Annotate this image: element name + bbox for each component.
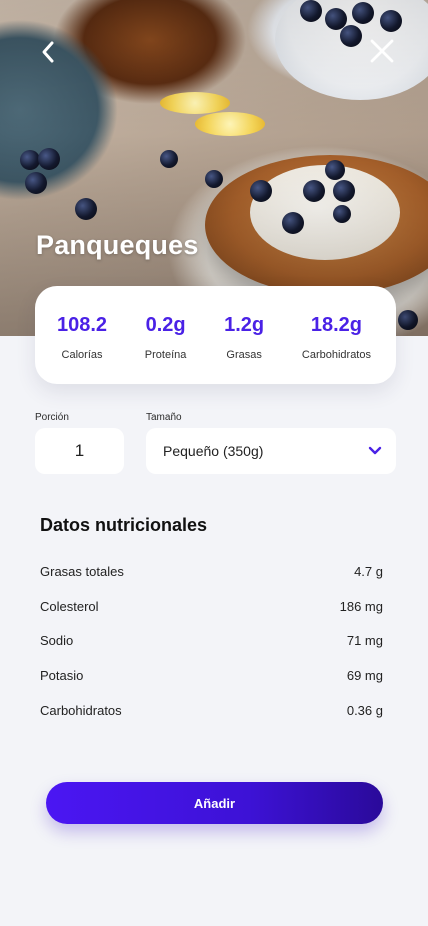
- portion-label: Porción: [35, 412, 69, 423]
- size-select[interactable]: Pequeño (350g): [146, 428, 396, 474]
- stat-value: 18.2g: [310, 314, 363, 336]
- list-item: Colesterol 186 mg: [40, 599, 383, 634]
- list-item: Sodio 71 mg: [40, 633, 383, 668]
- stat-fat: 1.2g Grasas: [224, 286, 264, 384]
- nutrition-section-title: Datos nutricionales: [40, 515, 208, 535]
- back-button[interactable]: [32, 36, 64, 68]
- size-label: Tamaño: [146, 412, 182, 423]
- close-button[interactable]: [366, 35, 398, 67]
- list-item: Carbohidratos 0.36 g: [40, 703, 383, 738]
- nutrient-name: Potasio: [40, 668, 84, 684]
- stat-protein: 0.2g Proteína: [145, 286, 187, 384]
- stat-carbs: 18.2g Carbohidratos: [302, 286, 371, 384]
- stat-calories: 108.2 Calorías: [57, 286, 107, 384]
- list-item: Potasio 69 mg: [40, 668, 383, 703]
- close-icon: [370, 39, 394, 63]
- nutrition-list: Grasas totales 4.7 g Colesterol 186 mg S…: [40, 564, 383, 737]
- nutrient-name: Grasas totales: [40, 564, 124, 579]
- chevron-down-icon: [368, 446, 382, 455]
- stat-label: Calorías: [61, 349, 103, 361]
- size-selected-value: Pequeño (350g): [163, 443, 264, 459]
- nutrient-amount: 71 mg: [346, 633, 383, 649]
- nutrient-amount: 4.7 g: [354, 564, 383, 579]
- stat-label: Grasas: [226, 349, 262, 361]
- nutrition-summary-card: 108.2 Calorías 0.2g Proteína 1.2g Grasas…: [35, 286, 396, 384]
- food-detail-screen: Panqueques 108.2 Calorías 0.2g Proteína …: [0, 0, 428, 926]
- stat-label: Proteína: [144, 349, 187, 361]
- portion-input[interactable]: 1: [35, 428, 124, 474]
- chevron-left-icon: [42, 41, 54, 63]
- stat-value: 1.2g: [224, 314, 265, 336]
- nutrient-amount: 0.36 g: [346, 702, 383, 718]
- stat-label: Carbohidratos: [301, 349, 371, 361]
- nutrient-amount: 186 mg: [339, 598, 383, 614]
- list-item: Grasas totales 4.7 g: [40, 564, 383, 599]
- stat-value: 0.2g: [145, 314, 186, 336]
- nutrient-name: Sodio: [40, 633, 74, 649]
- nutrient-name: Carbohidratos: [40, 702, 122, 718]
- stat-value: 108.2: [57, 314, 108, 336]
- food-title: Panqueques: [36, 230, 199, 260]
- add-button[interactable]: Añadir: [46, 782, 383, 824]
- nutrient-name: Colesterol: [40, 598, 99, 614]
- nutrient-amount: 69 mg: [346, 668, 383, 684]
